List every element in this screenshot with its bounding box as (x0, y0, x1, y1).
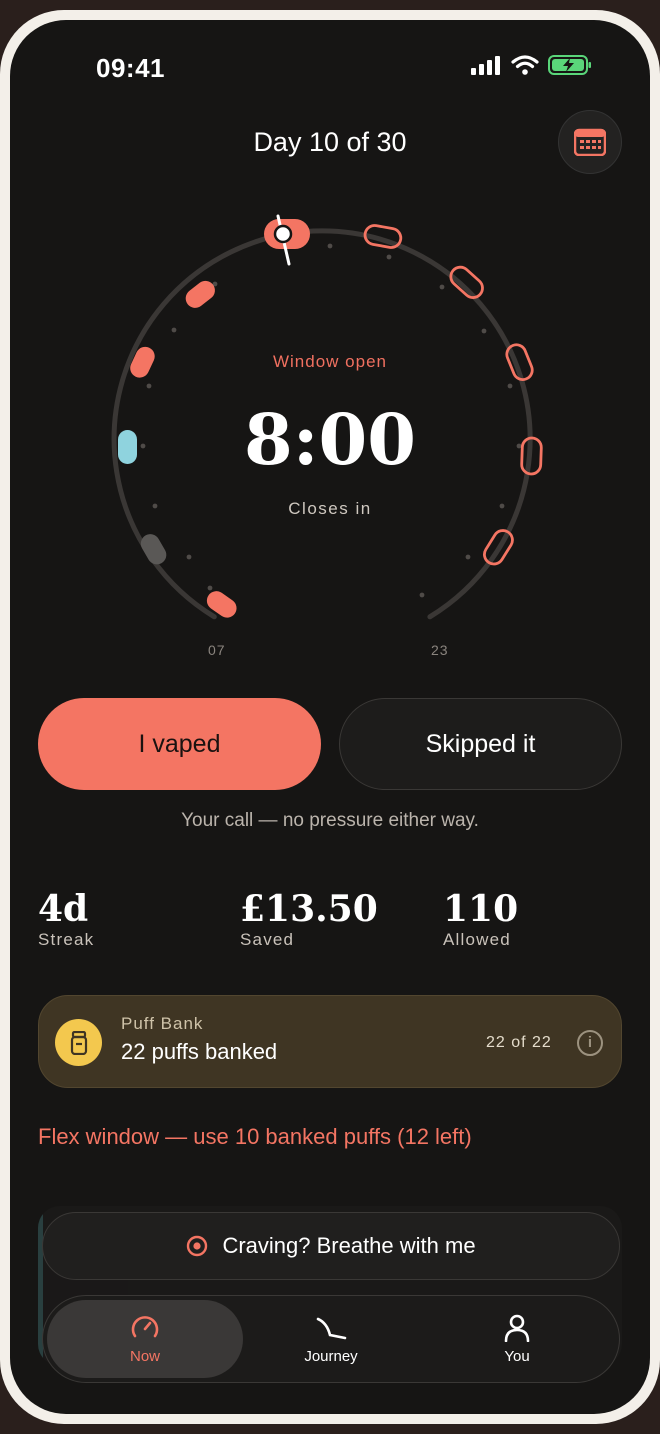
tab-journey[interactable]: Journey (233, 1300, 429, 1378)
i-vaped-button[interactable]: I vaped (38, 698, 321, 790)
status-time: 09:41 (96, 53, 165, 83)
craving-breathe-button[interactable]: Craving? Breathe with me (42, 1212, 620, 1280)
puff-bank-title: Puff Bank (121, 1014, 204, 1033)
battery-charging-icon (548, 55, 591, 75)
stat-streak: 4d Streak (38, 888, 94, 950)
dial-end-label: 23 (431, 642, 449, 658)
now-marker (273, 224, 293, 244)
app-screen: 09:41 Day 10 of 30 Window open 8:00 Clos… (10, 20, 650, 1414)
path-icon (316, 1317, 347, 1339)
dial-start-label: 07 (208, 642, 226, 658)
flex-window-notice[interactable]: Flex window — use 10 banked puffs (12 le… (38, 1124, 472, 1150)
puff-bank-card[interactable]: Puff Bank 22 puffs banked 22 of 22 i (38, 995, 622, 1088)
info-icon[interactable]: i (577, 1030, 603, 1056)
tab-now[interactable]: Now (47, 1300, 243, 1378)
slot-future (449, 265, 484, 299)
action-hint: Your call — no pressure either way. (181, 810, 479, 831)
tab-label: You (504, 1347, 530, 1365)
stat-allowed: 110 Allowed (443, 888, 518, 950)
jar-icon (55, 1019, 102, 1066)
stat-value: 4d (38, 888, 89, 930)
window-state-label: Window open (272, 352, 387, 371)
signal-icon (471, 56, 500, 75)
status-icons (470, 54, 592, 76)
countdown-caption: Closes in (288, 499, 372, 518)
tab-label: Journey (304, 1347, 358, 1365)
gauge-icon (131, 1315, 159, 1337)
craving-label: Craving? Breathe with me (222, 1233, 476, 1258)
countdown-timer: 8:00 (244, 398, 416, 481)
stat-value: £13.50 (240, 888, 378, 930)
stat-label: Streak (38, 930, 95, 949)
calendar-icon (574, 128, 606, 156)
page-title: Day 10 of 30 (253, 127, 407, 157)
tab-label: Now (129, 1347, 160, 1365)
stat-label: Allowed (443, 930, 511, 949)
bottom-nav: Now Journey You (42, 1295, 620, 1383)
tab-you[interactable]: You (419, 1300, 615, 1378)
slot-skipped (140, 534, 167, 565)
puff-bank-count: 22 of 22 (486, 1034, 552, 1051)
person-icon (504, 1314, 530, 1342)
skipped-it-button[interactable]: Skipped it (339, 698, 622, 790)
slot-past (206, 591, 237, 618)
stat-saved: £13.50 Saved (240, 888, 378, 950)
wifi-icon (511, 55, 539, 75)
stat-value: 110 (443, 888, 519, 930)
stat-label: Saved (240, 930, 295, 949)
puff-bank-summary: 22 puffs banked (121, 1039, 278, 1064)
calendar-button[interactable] (558, 110, 622, 174)
target-icon (187, 1235, 208, 1257)
